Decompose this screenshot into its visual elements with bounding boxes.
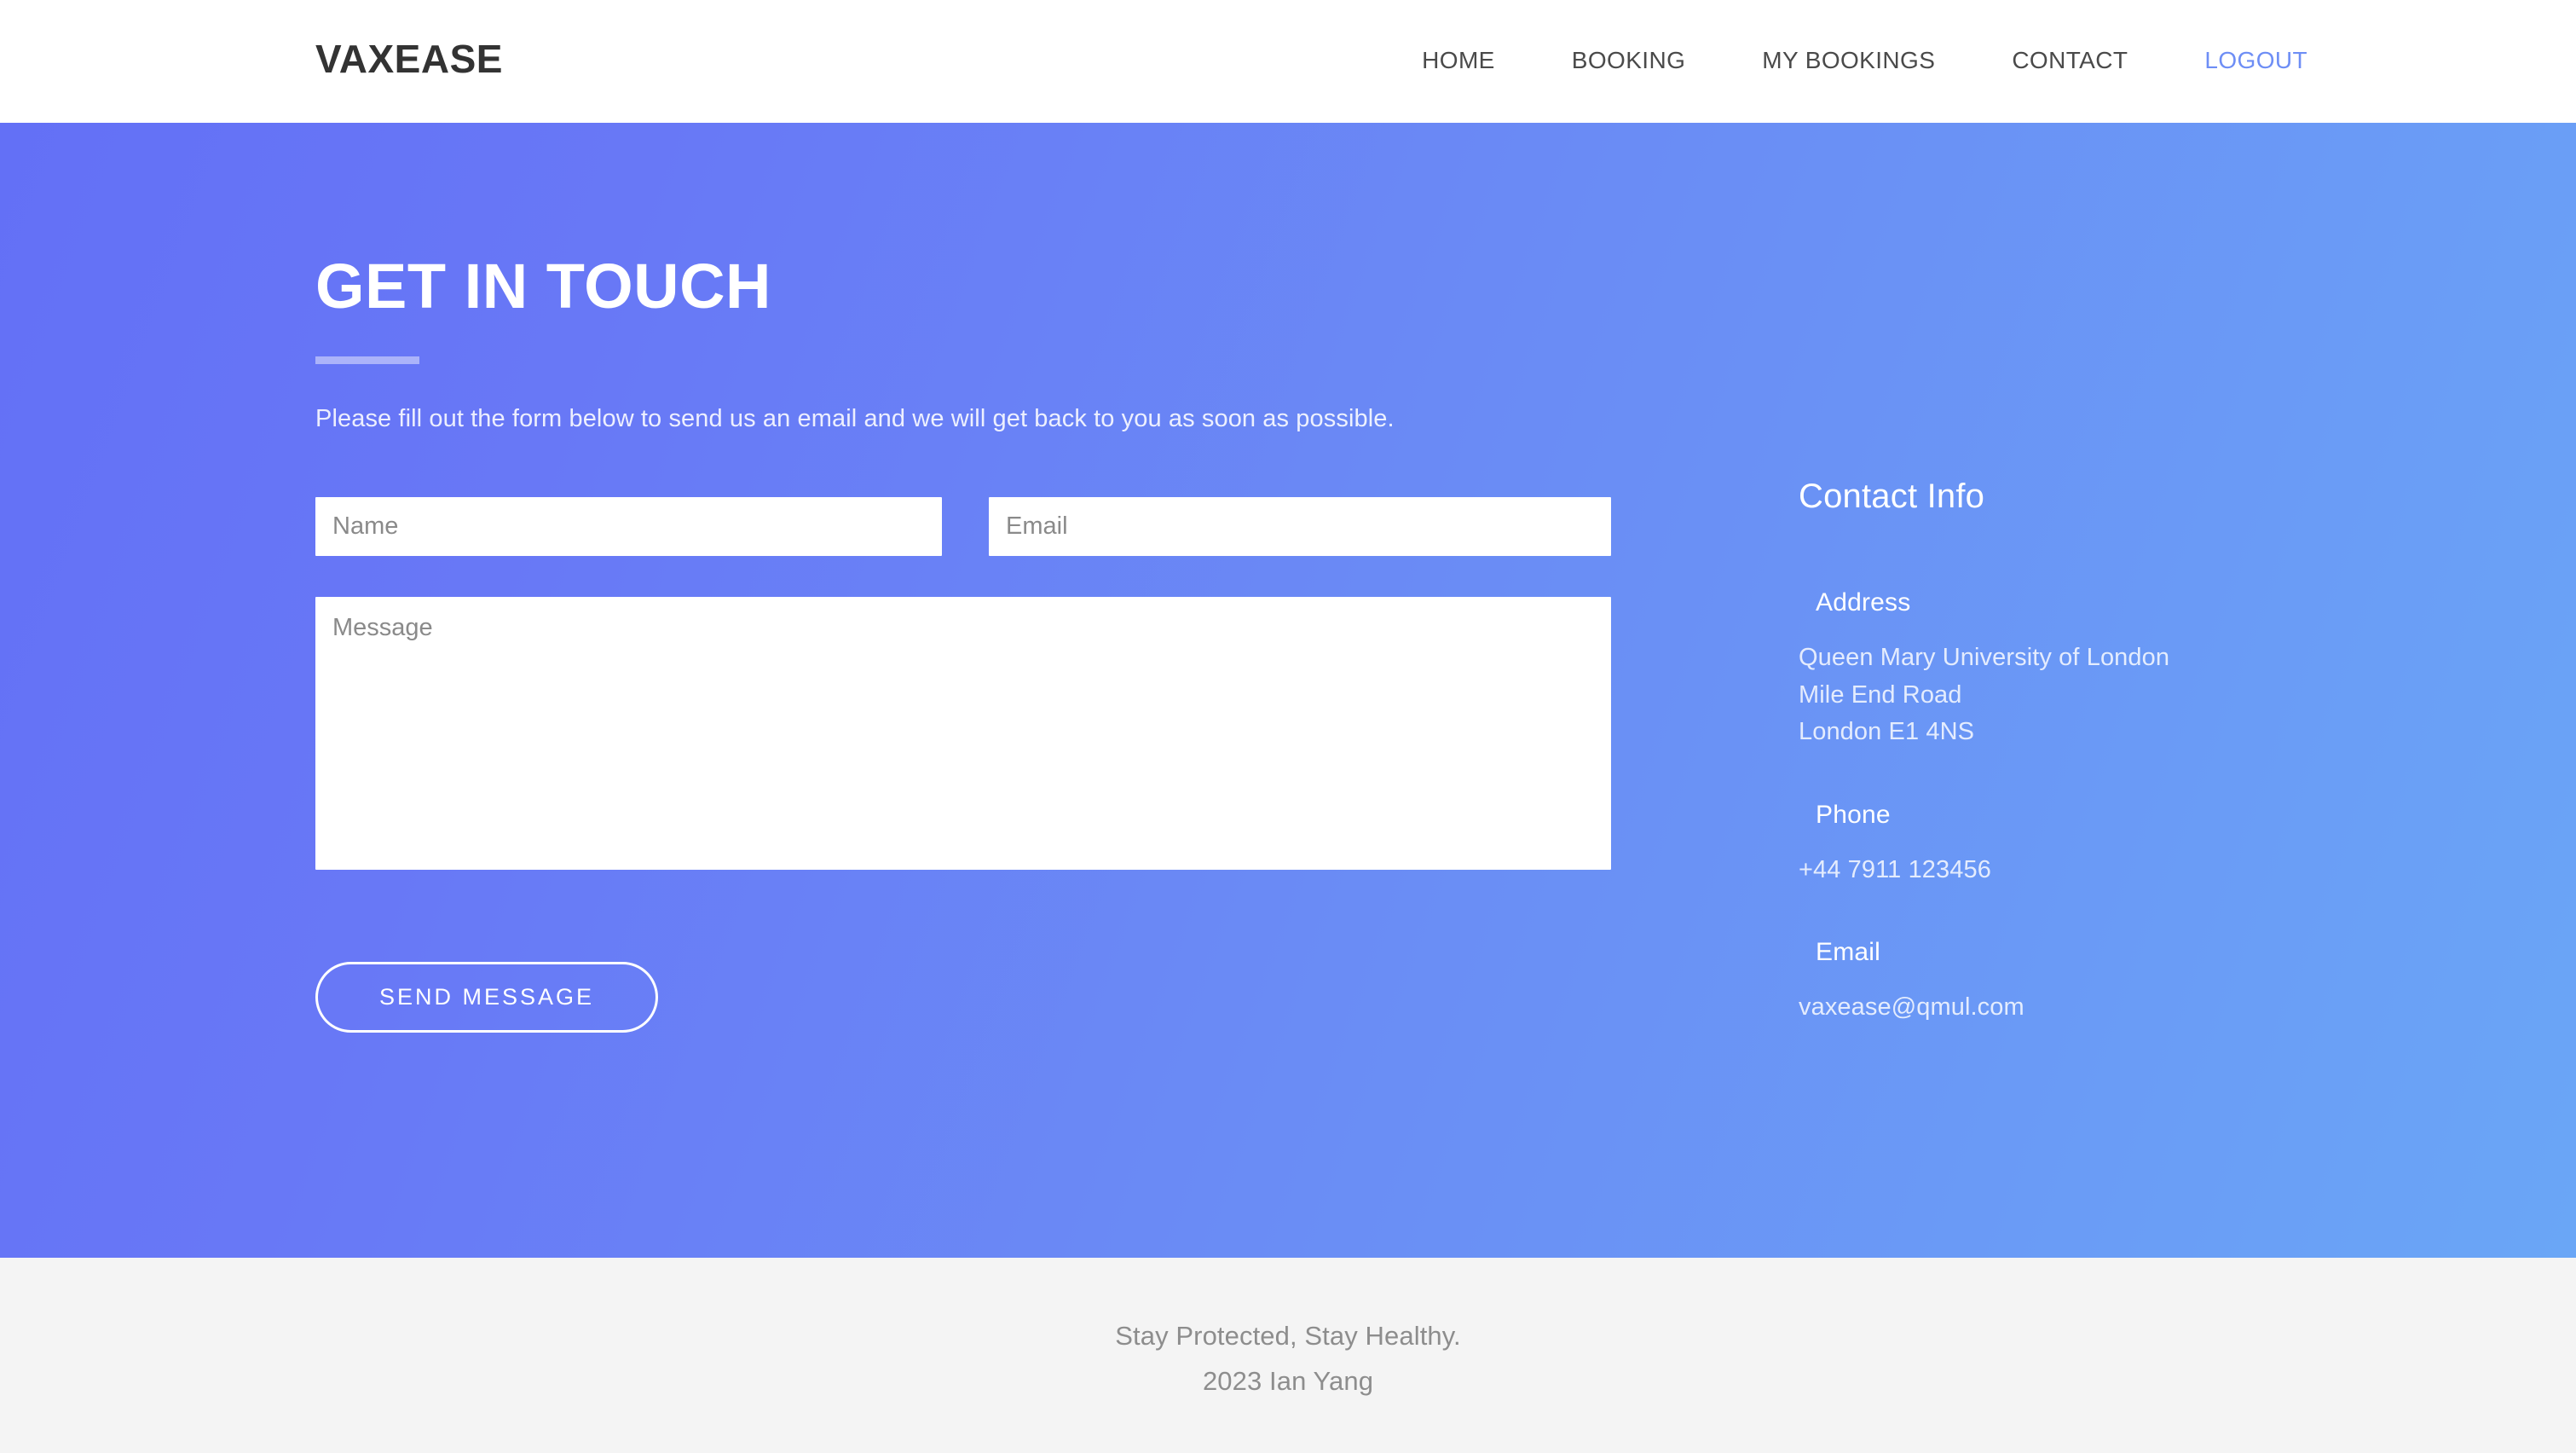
contact-info-item-address: Address Queen Mary University of London …	[1799, 590, 2327, 751]
phone-label-row: Phone	[1799, 802, 2327, 828]
site-header: VAXEASE HOME BOOKING MY BOOKINGS CONTACT…	[0, 0, 2576, 123]
nav-item-contact[interactable]: CONTACT	[1973, 47, 2166, 74]
phone-value[interactable]: +44 7911 123456	[1799, 852, 2327, 889]
nav-item-booking[interactable]: BOOKING	[1533, 47, 1724, 74]
address-label-row: Address	[1799, 590, 2327, 616]
hero-content: GET IN TOUCH Please fill out the form be…	[315, 123, 2491, 1258]
nav-item-my-bookings[interactable]: MY BOOKINGS	[1724, 47, 1973, 74]
hero-section: GET IN TOUCH Please fill out the form be…	[0, 123, 2576, 1258]
email-label: Email	[1816, 938, 1881, 966]
page-title: GET IN TOUCH	[315, 251, 771, 321]
form-field-row	[315, 496, 1611, 556]
title-divider	[315, 356, 419, 364]
footer-copyright: 2023 Ian Yang	[1202, 1366, 1374, 1397]
site-footer: Stay Protected, Stay Healthy. 2023 Ian Y…	[0, 1258, 2576, 1453]
contact-page: VAXEASE HOME BOOKING MY BOOKINGS CONTACT…	[0, 0, 2576, 1453]
footer-tagline: Stay Protected, Stay Healthy.	[1115, 1321, 1461, 1351]
message-textarea[interactable]	[315, 596, 1611, 870]
address-value: Queen Mary University of London Mile End…	[1799, 644, 2170, 745]
nav-item-logout[interactable]: LOGOUT	[2166, 47, 2346, 74]
phone-label: Phone	[1816, 800, 1891, 829]
name-input[interactable]	[315, 496, 942, 556]
address-label: Address	[1816, 588, 1911, 617]
brand-logo[interactable]: VAXEASE	[315, 39, 503, 78]
contact-form: SEND MESSAGE	[315, 496, 1611, 1033]
contact-info-column: Contact Info Address Queen Mary Universi…	[1799, 123, 2327, 1027]
email-input[interactable]	[989, 496, 1611, 556]
nav-item-home[interactable]: HOME	[1383, 47, 1533, 74]
send-message-button[interactable]: SEND MESSAGE	[315, 961, 658, 1033]
email-label-row: Email	[1799, 940, 2327, 965]
contact-form-column: GET IN TOUCH Please fill out the form be…	[315, 123, 1611, 1258]
intro-text: Please fill out the form below to send u…	[315, 405, 1395, 432]
contact-info-heading: Contact Info	[1799, 478, 1985, 515]
contact-info-item-email: Email vaxease@qmul.com	[1799, 940, 2327, 1027]
email-value[interactable]: vaxease@qmul.com	[1799, 989, 2327, 1027]
main-navigation: HOME BOOKING MY BOOKINGS CONTACT LOGOUT	[1383, 47, 2346, 74]
contact-info-item-phone: Phone +44 7911 123456	[1799, 802, 2327, 889]
